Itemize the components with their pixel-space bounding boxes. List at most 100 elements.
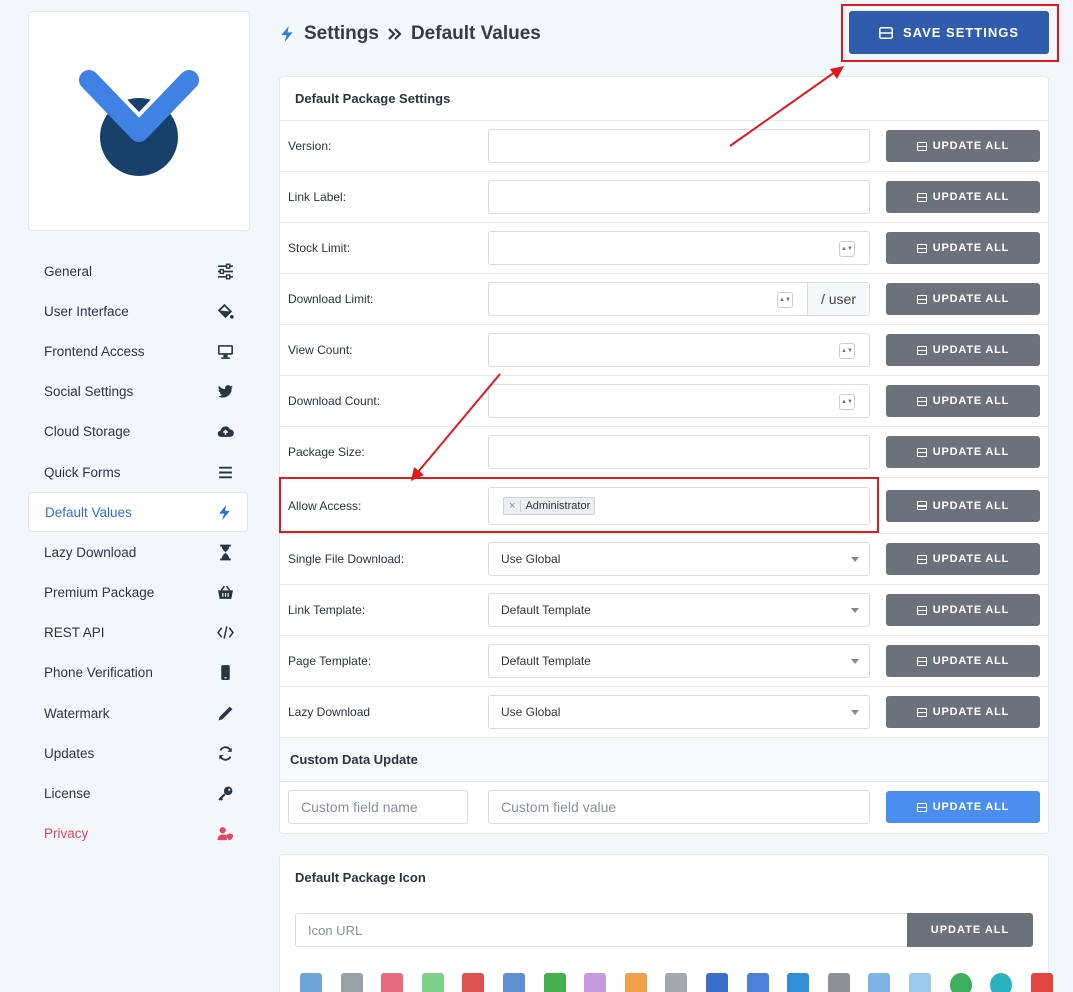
update-all-button[interactable]: UPDATE ALL: [886, 232, 1040, 264]
stock-limit-input[interactable]: ▲▼: [488, 231, 870, 265]
sidebar-item-user-interface[interactable]: User Interface: [28, 291, 248, 331]
update-all-button[interactable]: UPDATE ALL: [886, 283, 1040, 315]
download-doc-icon[interactable]: [868, 973, 891, 992]
sidebar-item-phone-verification[interactable]: Phone Verification: [28, 653, 248, 693]
breadcrumb-current: Default Values: [410, 23, 541, 44]
setting-row-allow-access: Allow Access: × Administrator UPDATE ALL: [280, 478, 1048, 534]
image-file-icon[interactable]: [502, 973, 525, 992]
sidebar-item-watermark[interactable]: Watermark: [28, 693, 248, 733]
teal-circle-icon[interactable]: [990, 973, 1013, 992]
version-input[interactable]: [488, 129, 870, 163]
number-spinner-icon[interactable]: ▲▼: [777, 292, 793, 308]
green-circle-icon[interactable]: [949, 973, 972, 992]
update-all-button[interactable]: UPDATE ALL: [886, 181, 1040, 213]
save-settings-button[interactable]: SAVE SETTINGS: [849, 11, 1049, 54]
setting-row-version: Version: UPDATE ALL: [280, 121, 1048, 172]
cloud-icon[interactable]: [584, 973, 607, 992]
setting-row-lazy-download: Lazy Download Use Global UPDATE ALL: [280, 687, 1048, 738]
settings-file-icon[interactable]: [340, 973, 363, 992]
green-download-icon[interactable]: [543, 973, 566, 992]
hourglass-icon: [216, 543, 234, 561]
sidebar-item-premium-package[interactable]: Premium Package: [28, 573, 248, 613]
sidebar-item-cloud-storage[interactable]: Cloud Storage: [28, 412, 248, 452]
download-limit-input[interactable]: ▲▼ / user: [488, 282, 870, 316]
sidebar-item-label: General: [44, 263, 93, 279]
word-file-icon[interactable]: [705, 973, 728, 992]
w-letter-icon[interactable]: [787, 973, 810, 992]
update-all-button[interactable]: UPDATE ALL: [886, 543, 1040, 575]
download-count-input[interactable]: ▲▼: [488, 384, 870, 418]
update-all-button[interactable]: UPDATE ALL: [886, 385, 1040, 417]
view-count-input[interactable]: ▲▼: [488, 333, 870, 367]
custom-update-all-button[interactable]: UPDATE ALL: [886, 791, 1040, 823]
update-all-button[interactable]: UPDATE ALL: [886, 130, 1040, 162]
sidebar-item-social-settings[interactable]: Social Settings: [28, 372, 248, 412]
save-icon: [916, 345, 927, 355]
database-icon[interactable]: [827, 973, 850, 992]
link-label-input[interactable]: [488, 180, 870, 214]
sidebar-item-quick-forms[interactable]: Quick Forms: [28, 452, 248, 492]
sidebar-item-updates[interactable]: Updates: [28, 733, 248, 773]
page-template-select[interactable]: Default Template: [488, 644, 870, 678]
setting-row-stock-limit: Stock Limit: ▲▼ UPDATE ALL: [280, 223, 1048, 274]
remove-tag-icon[interactable]: ×: [504, 499, 522, 512]
update-all-button[interactable]: UPDATE ALL: [886, 594, 1040, 626]
twitter-icon: [216, 383, 234, 401]
update-all-button[interactable]: UPDATE ALL: [886, 436, 1040, 468]
download-file-icon[interactable]: [300, 973, 322, 992]
caret-down-icon: [851, 608, 859, 613]
save-icon: [916, 501, 927, 510]
single-file-download-select[interactable]: Use Global: [488, 542, 870, 576]
box-download-icon[interactable]: [908, 973, 931, 992]
per-user-addon: / user: [807, 283, 869, 315]
update-all-button[interactable]: UPDATE ALL: [886, 645, 1040, 677]
cloud-upload-icon: [216, 423, 234, 441]
red-download-icon[interactable]: [1030, 973, 1053, 992]
word-doc-icon[interactable]: [746, 973, 769, 992]
link-template-select[interactable]: Default Template: [488, 593, 870, 627]
sidebar-item-frontend-access[interactable]: Frontend Access: [28, 331, 248, 371]
mobile-icon: [216, 664, 234, 682]
select-value: Use Global: [501, 705, 561, 719]
download-arrow-icon[interactable]: [421, 973, 444, 992]
number-spinner-icon[interactable]: ▲▼: [839, 343, 855, 359]
icon-update-all-button[interactable]: UPDATE ALL: [907, 913, 1033, 947]
number-spinner-icon[interactable]: ▲▼: [839, 394, 855, 410]
user-shield-icon: [216, 825, 234, 843]
update-all-label: UPDATE ALL: [932, 446, 1010, 458]
package-icon-panel: Default Package Icon Icon URL UPDATE ALL: [279, 854, 1053, 992]
caret-down-icon: [851, 659, 859, 664]
sidebar-item-license[interactable]: License: [28, 773, 248, 813]
sidebar-item-general[interactable]: General: [28, 251, 248, 291]
sidebar-item-privacy[interactable]: Privacy: [28, 814, 248, 854]
sidebar-item-label: Watermark: [44, 705, 110, 721]
sidebar-item-label: Phone Verification: [44, 665, 153, 681]
gear-file-icon[interactable]: [665, 973, 688, 992]
row-label: View Count:: [288, 343, 353, 357]
number-spinner-icon[interactable]: ▲▼: [839, 241, 855, 257]
lazy-download-select[interactable]: Use Global: [488, 695, 870, 729]
update-all-button[interactable]: UPDATE ALL: [886, 696, 1040, 728]
code-file-icon[interactable]: [624, 973, 647, 992]
code-icon: [216, 624, 234, 642]
setting-row-download-limit: Download Limit: ▲▼ / user UPDATE ALL: [280, 274, 1048, 325]
save-icon: [916, 707, 927, 717]
sidebar-item-lazy-download[interactable]: Lazy Download: [28, 532, 248, 572]
row-label: Package Size:: [288, 445, 365, 459]
update-all-label: UPDATE ALL: [932, 395, 1010, 407]
package-size-input[interactable]: [488, 435, 870, 469]
sync-icon: [216, 744, 234, 762]
video-file-icon[interactable]: [462, 973, 485, 992]
custom-field-value-input[interactable]: Custom field value: [488, 790, 870, 824]
sidebar-item-default-values[interactable]: Default Values: [28, 492, 248, 533]
sidebar-item-rest-api[interactable]: REST API: [28, 613, 248, 653]
update-all-button[interactable]: UPDATE ALL: [886, 489, 1040, 522]
update-all-button[interactable]: UPDATE ALL: [886, 334, 1040, 366]
allow-access-select[interactable]: × Administrator: [488, 486, 870, 525]
icon-url-input[interactable]: Icon URL: [295, 913, 907, 947]
update-all-label: UPDATE ALL: [932, 140, 1010, 152]
setting-row-single-file-download: Single File Download: Use Global UPDATE …: [280, 534, 1048, 585]
row-label: Page Template:: [288, 654, 372, 668]
custom-field-name-input[interactable]: Custom field name: [288, 790, 468, 824]
pdf-file-icon[interactable]: [381, 973, 404, 992]
